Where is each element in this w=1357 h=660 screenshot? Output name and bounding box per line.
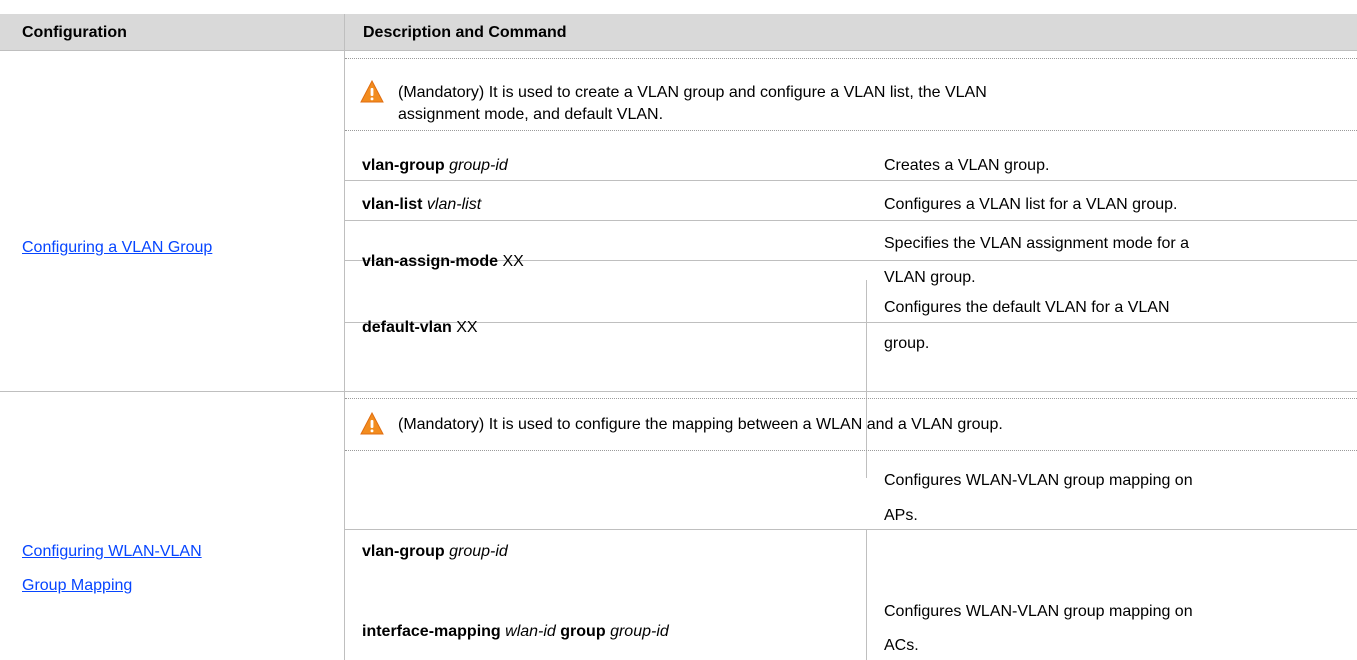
note-top-line-2 bbox=[345, 398, 1357, 399]
command-cell: interface-mapping wlan-id group group-id bbox=[362, 616, 669, 646]
command-cell: default-vlan XX bbox=[362, 312, 478, 342]
warning-triangle-icon bbox=[360, 80, 384, 103]
row-line bbox=[345, 220, 1357, 221]
command-cell: vlan-group group-id bbox=[362, 150, 508, 180]
command-argument-2: group-id bbox=[610, 622, 669, 640]
description-cell: Configures a VLAN list for a VLAN group. bbox=[884, 195, 1178, 213]
config-table: Configuration Description and Command Co… bbox=[0, 0, 1357, 660]
description-cell-line-2: group. bbox=[884, 334, 930, 352]
note-top-line-1 bbox=[345, 58, 1357, 59]
description-cell: Configures the default VLAN for a VLAN bbox=[884, 298, 1170, 316]
command-keyword: vlan-group bbox=[362, 156, 445, 174]
command-keyword-2: group bbox=[560, 622, 606, 640]
description-cell: Configures WLAN-VLAN group mapping on bbox=[884, 471, 1193, 489]
description-cell-line-2: ACs. bbox=[884, 636, 919, 654]
note-text: (Mandatory) It is used to configure the … bbox=[398, 415, 1003, 433]
row-line bbox=[345, 322, 1357, 323]
header-bottom-line bbox=[0, 50, 1357, 51]
command-keyword: interface-mapping bbox=[362, 622, 501, 640]
command-cell: vlan-assign-mode XX bbox=[362, 246, 524, 276]
row-line bbox=[345, 180, 1357, 181]
table-header bbox=[0, 14, 1357, 50]
note-text-line-2: assignment mode, and default VLAN. bbox=[398, 105, 664, 123]
description-cell: Creates a VLAN group. bbox=[884, 156, 1050, 174]
header-description: Description and Command bbox=[363, 23, 567, 41]
command-keyword: vlan-list bbox=[362, 195, 423, 213]
command-cell: vlan-list vlan-list bbox=[362, 189, 481, 219]
command-keyword: vlan-assign-mode bbox=[362, 252, 499, 270]
row-line bbox=[345, 529, 1357, 530]
configuring-wlan-vlan-group-mapping-link-line-2[interactable]: Group Mapping bbox=[22, 570, 132, 600]
command-argument: group-id bbox=[449, 542, 508, 560]
configuring-wlan-vlan-group-mapping-link[interactable]: Configuring WLAN-VLAN bbox=[22, 536, 202, 566]
inner-column-divider-2 bbox=[866, 530, 867, 660]
note-bottom-line-1 bbox=[345, 130, 1357, 131]
command-argument: XX bbox=[502, 252, 524, 270]
command-cell: vlan-group group-id bbox=[362, 536, 508, 566]
command-argument: vlan-list bbox=[426, 195, 482, 213]
note-bottom-line-2 bbox=[345, 450, 1357, 451]
column-divider bbox=[344, 14, 345, 660]
command-argument: wlan-id bbox=[505, 622, 556, 640]
command-argument: group-id bbox=[449, 156, 508, 174]
command-argument: XX bbox=[456, 318, 478, 336]
warning-triangle-icon bbox=[360, 412, 384, 435]
description-cell-line-2: VLAN group. bbox=[884, 268, 976, 286]
description-cell: Configures WLAN-VLAN group mapping on bbox=[884, 602, 1193, 620]
command-keyword: vlan-group bbox=[362, 542, 445, 560]
header-configuration: Configuration bbox=[22, 23, 127, 41]
command-keyword: default-vlan bbox=[362, 318, 452, 336]
section-divider bbox=[0, 391, 1357, 392]
description-cell: Specifies the VLAN assignment mode for a bbox=[884, 234, 1190, 252]
inner-column-divider-1 bbox=[866, 280, 867, 390]
configuring-vlan-group-link[interactable]: Configuring a VLAN Group bbox=[22, 232, 212, 262]
description-cell-line-2: APs. bbox=[884, 506, 918, 524]
